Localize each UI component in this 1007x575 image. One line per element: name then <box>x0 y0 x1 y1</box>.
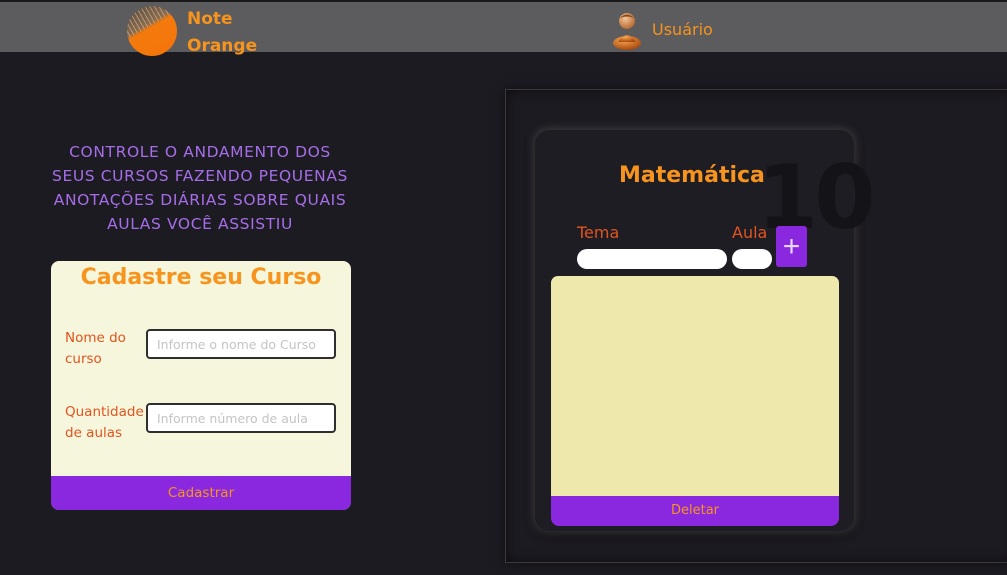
logo-line-1: Note <box>187 9 233 29</box>
lesson-quantity-label: Quantidade de aulas <box>65 404 144 441</box>
user-label[interactable]: Usuário <box>652 20 713 39</box>
lesson-label: Aula <box>732 223 768 242</box>
lesson-input[interactable] <box>732 249 772 269</box>
course-title: Matemática <box>619 163 765 188</box>
add-note-button[interactable]: + <box>776 226 807 267</box>
course-card: 10 Matemática Tema Aula + Deletar <box>535 130 875 531</box>
topic-label: Tema <box>577 223 620 242</box>
topic-input[interactable] <box>577 249 727 269</box>
course-name-label: Nome do curso <box>65 330 126 367</box>
register-course-card: Cadastre seu Curso Nome do curso Quantid… <box>51 261 351 510</box>
lesson-count: 10 <box>757 146 875 249</box>
plus-icon: + <box>782 229 801 263</box>
register-button[interactable]: Cadastrar <box>51 476 351 510</box>
course-name-input[interactable] <box>146 329 336 359</box>
logo-icon[interactable] <box>127 6 177 56</box>
logo-text[interactable]: Note Orange <box>187 6 277 60</box>
register-title: Cadastre seu Curso <box>80 265 322 290</box>
slogan-text: CONTROLE O ANDAMENTO DOS SEUS CURSOS FAZ… <box>52 143 348 233</box>
logo-line-2: Orange <box>187 36 258 56</box>
top-bar: Note Orange Usuário <box>0 0 1007 56</box>
delete-button[interactable]: Deletar <box>551 496 839 526</box>
user-avatar-icon[interactable] <box>612 10 642 50</box>
notes-area[interactable] <box>551 276 839 496</box>
lesson-quantity-input[interactable] <box>146 403 336 433</box>
